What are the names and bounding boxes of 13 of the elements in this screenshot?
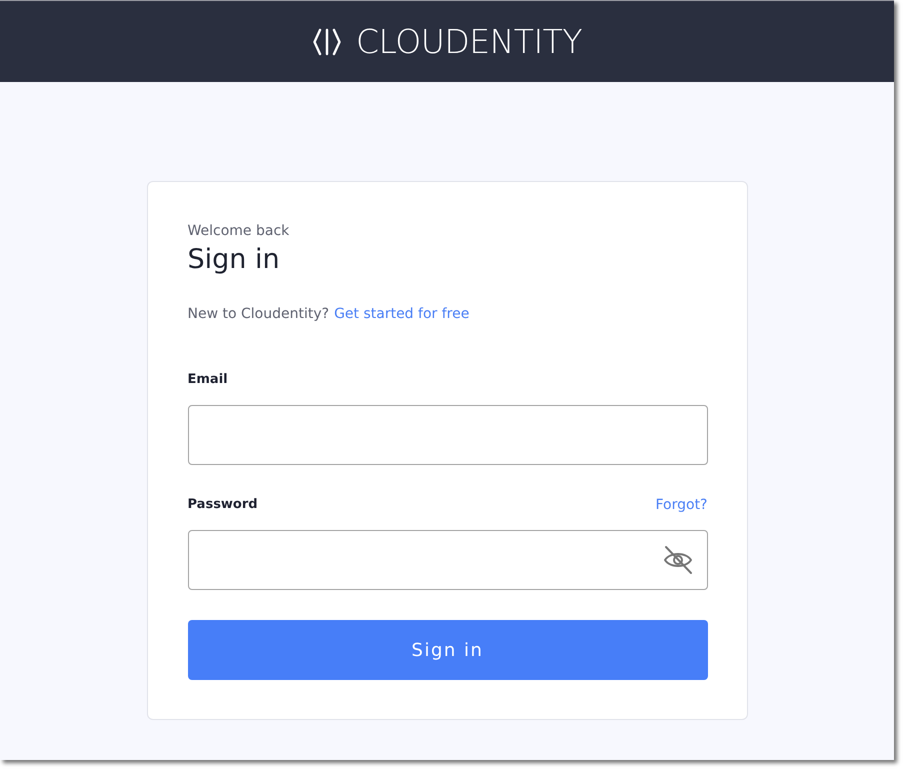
sign-in-button[interactable]: Sign in [188, 620, 708, 680]
field-label: Password [188, 496, 258, 514]
logo-icon [312, 28, 342, 56]
field-label: Email [188, 371, 228, 389]
page-title: Sign in [188, 243, 280, 277]
forgot-link[interactable]: Forgot? [655, 495, 708, 515]
email-field[interactable] [188, 405, 708, 465]
eye-slash-icon[interactable] [662, 545, 692, 575]
password-field[interactable] [188, 530, 708, 590]
logo-text: CLOUDENTITY [356, 22, 582, 60]
welcome-text: Welcome back [188, 222, 290, 241]
signup-prompt: New to Cloudentity? [188, 305, 330, 324]
signup-link[interactable]: Get started for free [334, 304, 470, 324]
